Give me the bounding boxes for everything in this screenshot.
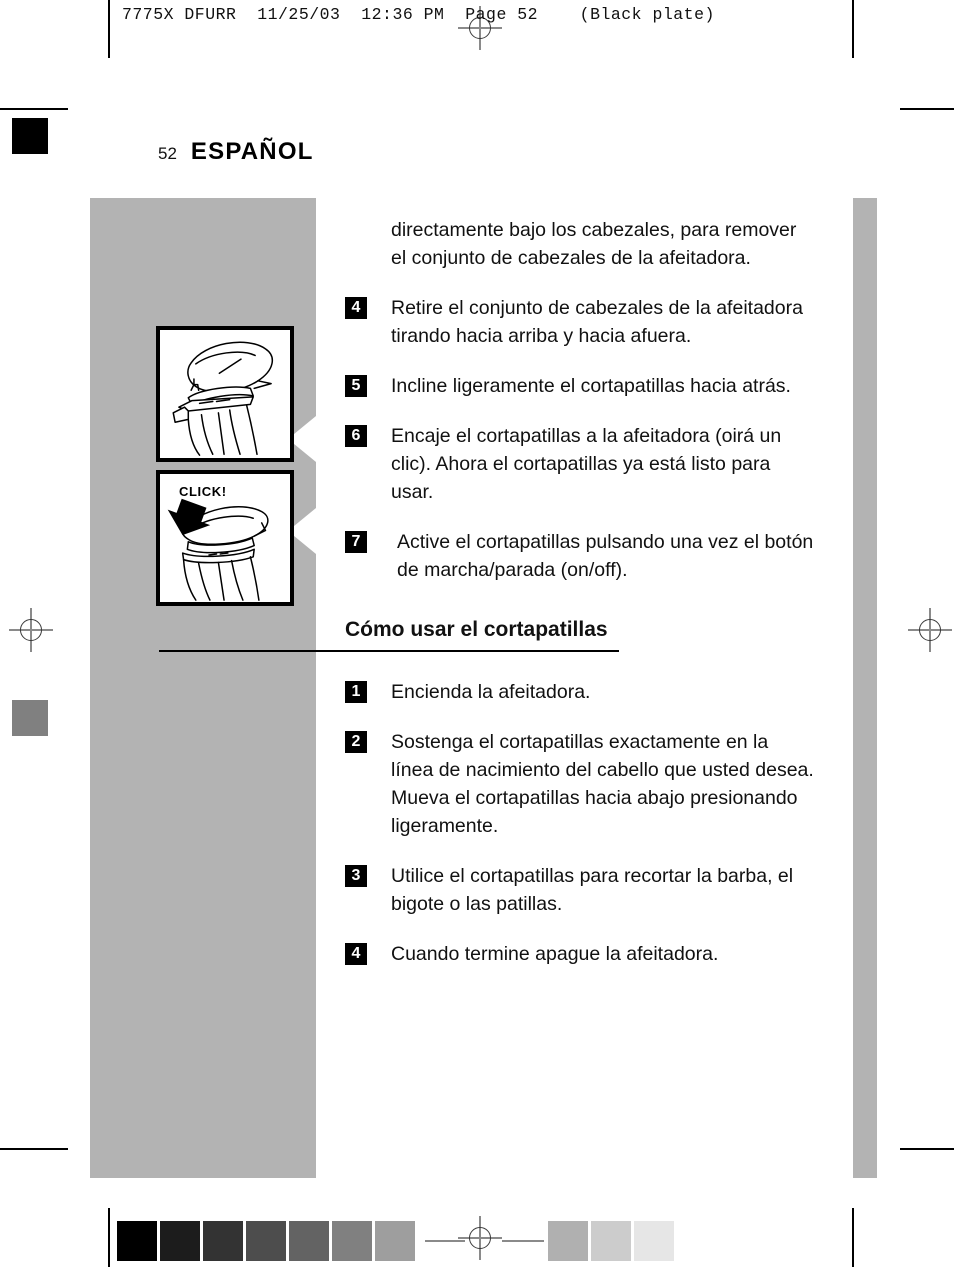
crop-rule-left-upper <box>0 108 68 110</box>
crop-rule-bottom-right <box>852 1208 854 1267</box>
figure-shaver-head-removal <box>156 326 294 462</box>
step-text: Incline ligeramente el cortapatillas hac… <box>391 375 791 397</box>
registration-target-left <box>9 608 53 652</box>
color-swatch <box>634 1221 674 1261</box>
list-item: 5 Incline ligeramente el cortapatillas h… <box>345 372 815 400</box>
color-swatch <box>117 1221 157 1261</box>
step-text: Retire el conjunto de cabezales de la af… <box>391 297 803 347</box>
step-number: 2 <box>345 731 367 753</box>
page-number: 52 <box>158 144 177 163</box>
section-heading: Cómo usar el cortapatillas <box>345 618 608 641</box>
margin-swatch-gray <box>12 700 48 736</box>
color-swatch <box>160 1221 200 1261</box>
usage-step-list: 1 Encienda la afeitadora. 2 Sostenga el … <box>345 678 815 968</box>
step-text: Active el cortapatillas pulsando una vez… <box>397 531 814 581</box>
step-text: Encienda la afeitadora. <box>391 681 591 703</box>
color-swatch <box>591 1221 631 1261</box>
step-text: Sostenga el cortapatillas exactamente en… <box>391 731 814 837</box>
step-number: 7 <box>345 531 367 553</box>
page-title: 52 ESPAÑOL <box>158 138 314 166</box>
intro-paragraph: directamente bajo los cabezales, para re… <box>391 219 797 269</box>
crop-rule-bottom-left <box>108 1208 110 1267</box>
outer-margin-band <box>853 198 877 1178</box>
step-number: 4 <box>345 943 367 965</box>
figure-trimmer-click-attach: CLICK! <box>156 470 294 606</box>
color-swatch <box>548 1221 588 1261</box>
crop-rule-right-lower <box>900 1148 954 1150</box>
step-number: 5 <box>345 375 367 397</box>
body-column: directamente bajo los cabezales, para re… <box>159 216 815 990</box>
step-number: 1 <box>345 681 367 703</box>
color-swatch <box>375 1221 415 1261</box>
color-swatch <box>203 1221 243 1261</box>
prepress-slug: 7775X DFURR 11/25/03 12:36 PM Page 52 (B… <box>122 5 715 24</box>
list-item: 4 Cuando termine apague la afeitadora. <box>345 940 815 968</box>
section-divider <box>159 650 619 652</box>
color-swatch <box>289 1221 329 1261</box>
crop-rule-left-lower <box>0 1148 68 1150</box>
registration-target-bottom <box>458 1216 502 1260</box>
step-text: Cuando termine apague la afeitadora. <box>391 943 719 965</box>
color-bar-rule-left <box>425 1240 465 1242</box>
color-bar-rule-right <box>502 1240 544 1242</box>
registration-ring <box>20 619 42 641</box>
chapter-title: ESPAÑOL <box>190 138 314 165</box>
registration-ring <box>469 1227 491 1249</box>
registration-ring <box>919 619 941 641</box>
registration-target-right <box>908 608 952 652</box>
list-item: 7 Active el cortapatillas pulsando una v… <box>345 528 815 584</box>
color-swatch <box>332 1221 372 1261</box>
list-item: 3 Utilice el cortapatillas para recortar… <box>345 862 815 918</box>
click-label: CLICK! <box>179 484 227 499</box>
step-number: 4 <box>345 297 367 319</box>
list-item: 2 Sostenga el cortapatillas exactamente … <box>345 728 815 840</box>
list-item: 4 Retire el conjunto de cabezales de la … <box>345 294 815 350</box>
crop-rule-right-upper <box>900 108 954 110</box>
list-item: 1 Encienda la afeitadora. <box>345 678 815 706</box>
step-text: Encaje el cortapatillas a la afeitadora … <box>391 425 782 503</box>
step-text: Utilice el cortapatillas para recortar l… <box>391 865 794 915</box>
color-swatch <box>246 1221 286 1261</box>
margin-swatch-black <box>12 118 48 154</box>
step-number: 6 <box>345 425 367 447</box>
step-number: 3 <box>345 865 367 887</box>
crop-rule-top-left <box>108 0 110 58</box>
crop-rule-top-right <box>852 0 854 58</box>
list-item: 6 Encaje el cortapatillas a la afeitador… <box>345 422 815 506</box>
